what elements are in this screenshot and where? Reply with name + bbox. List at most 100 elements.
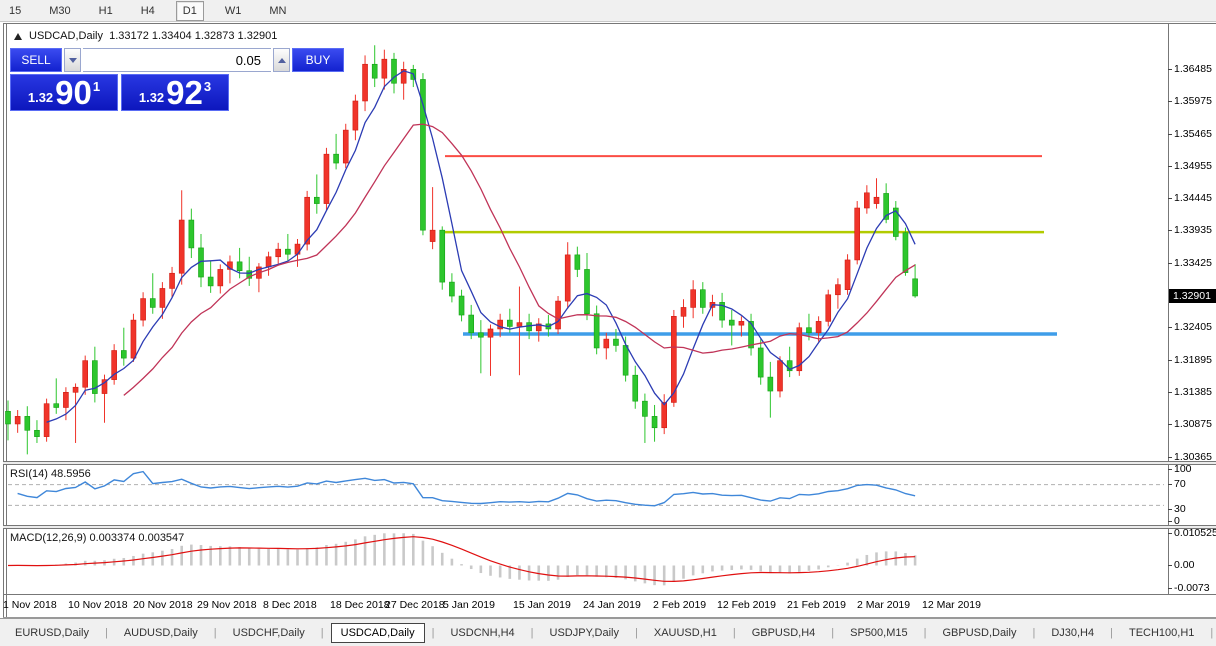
- tab-usdcad-daily[interactable]: USDCAD,Daily: [331, 623, 425, 643]
- tab-separator: |: [831, 627, 834, 639]
- volume-input[interactable]: [83, 48, 271, 72]
- sell-button[interactable]: SELL: [10, 48, 62, 72]
- sell-price-big: 90: [55, 78, 92, 108]
- buy-price-box[interactable]: 1.32 92 3: [121, 74, 229, 111]
- date-axis-label: 29 Nov 2018: [197, 599, 257, 611]
- buy-price-pip: 3: [204, 79, 211, 94]
- tab-separator: |: [531, 627, 534, 639]
- date-axis-label: 20 Nov 2018: [133, 599, 193, 611]
- macd-axis-tick: [1168, 565, 1172, 566]
- rsi-axis-label: 70: [1174, 478, 1186, 490]
- date-axis-label: 2 Feb 2019: [653, 599, 706, 611]
- tab-separator: |: [924, 627, 927, 639]
- buy-price-big: 92: [166, 78, 203, 108]
- arrow-up-icon: [278, 58, 286, 63]
- rsi-axis-tick: [1168, 521, 1172, 522]
- tab-eurusd-daily[interactable]: EURUSD,Daily: [6, 624, 98, 642]
- price-axis-tick: [1168, 101, 1172, 102]
- tab-dj30-h4[interactable]: DJ30,H4: [1042, 624, 1103, 642]
- tab-usdcnh-h4[interactable]: USDCNH,H4: [441, 624, 523, 642]
- price-axis-label: 1.34955: [1174, 160, 1212, 172]
- mt4-window: 15M30H1H4D1W1MN USDCAD,Daily 1.33172 1.3…: [0, 0, 1216, 646]
- price-axis-tick: [1168, 166, 1172, 167]
- one-click-trading-panel: SELL BUY 1.32 90 1 1.32 92 3: [10, 48, 229, 111]
- tab-gbpusd-h4[interactable]: GBPUSD,H4: [743, 624, 825, 642]
- price-axis-label: 1.31385: [1174, 386, 1212, 398]
- price-axis-tick: [1168, 263, 1172, 264]
- price-axis-tick: [1168, 134, 1172, 135]
- price-axis-tick: [1168, 198, 1172, 199]
- price-axis-label: 1.30875: [1174, 418, 1212, 430]
- macd-axis-label: 0.010525: [1174, 527, 1216, 539]
- rsi-axis-tick: [1168, 509, 1172, 510]
- date-axis-label: 1 Nov 2018: [3, 599, 57, 611]
- price-axis-label: 1.33425: [1174, 257, 1212, 269]
- chart-collapse-icon[interactable]: [14, 33, 22, 40]
- date-axis-label: 8 Dec 2018: [263, 599, 317, 611]
- tab-separator: |: [1110, 627, 1113, 639]
- tab-sp500-m15[interactable]: SP500,M15: [841, 624, 916, 642]
- date-axis-label: 24 Jan 2019: [583, 599, 641, 611]
- tab-xauusd-h1[interactable]: XAUUSD,H1: [645, 624, 726, 642]
- price-axis-label: 1.35465: [1174, 128, 1212, 140]
- rsi-label: RSI(14) 48.5956: [10, 468, 91, 480]
- rsi-axis-tick: [1168, 469, 1172, 470]
- tab-usdjpy-daily[interactable]: USDJPY,Daily: [541, 624, 629, 642]
- sell-price-box[interactable]: 1.32 90 1: [10, 74, 118, 111]
- volume-increase-button[interactable]: [273, 48, 290, 72]
- price-axis-tick: [1168, 424, 1172, 425]
- sell-price-pip: 1: [93, 79, 100, 94]
- tab-audusd-daily[interactable]: AUDUSD,Daily: [115, 624, 207, 642]
- tab-gbpusd-daily[interactable]: GBPUSD,Daily: [933, 624, 1025, 642]
- rsi-axis-label: 30: [1174, 503, 1186, 515]
- current-price-badge: 1.32901: [1169, 289, 1216, 303]
- tab-separator: |: [321, 627, 324, 639]
- price-axis-tick: [1168, 457, 1172, 458]
- date-axis-label: 10 Nov 2018: [68, 599, 128, 611]
- macd-axis-tick: [1168, 588, 1172, 589]
- date-axis-label: 21 Feb 2019: [787, 599, 846, 611]
- price-axis-tick: [1168, 360, 1172, 361]
- date-axis-label: 15 Jan 2019: [513, 599, 571, 611]
- chart-ohlc-values: 1.33172 1.33404 1.32873 1.32901: [109, 30, 277, 42]
- macd-axis-label: 0.00: [1174, 559, 1194, 571]
- price-axis-label: 1.32405: [1174, 321, 1212, 333]
- price-axis-label: 1.30365: [1174, 451, 1212, 463]
- chart-title: USDCAD,Daily 1.33172 1.33404 1.32873 1.3…: [14, 30, 277, 42]
- date-axis-label: 12 Feb 2019: [717, 599, 776, 611]
- price-axis-label: 1.36485: [1174, 63, 1212, 75]
- macd-axis-tick: [1168, 533, 1172, 534]
- tab-separator: |: [1032, 627, 1035, 639]
- rsi-axis-label: 100: [1174, 463, 1192, 475]
- tab-separator: |: [635, 627, 638, 639]
- price-axis-tick: [1168, 327, 1172, 328]
- price-axis-label: 1.33935: [1174, 224, 1212, 236]
- date-axis-label: 27 Dec 2018: [385, 599, 445, 611]
- price-axis-tick: [1168, 69, 1172, 70]
- date-axis-label: 5 Jan 2019: [443, 599, 495, 611]
- tab-usdchf-daily[interactable]: USDCHF,Daily: [224, 624, 314, 642]
- tab-separator: |: [432, 627, 435, 639]
- price-axis-tick: [1168, 392, 1172, 393]
- buy-button[interactable]: BUY: [292, 48, 344, 72]
- date-axis-label: 2 Mar 2019: [857, 599, 910, 611]
- tab-separator: |: [105, 627, 108, 639]
- price-axis-label: 1.31895: [1174, 354, 1212, 366]
- price-axis-label: 1.35975: [1174, 95, 1212, 107]
- date-axis-label: 12 Mar 2019: [922, 599, 981, 611]
- macd-label: MACD(12,26,9) 0.003374 0.003547: [10, 532, 184, 544]
- sell-price-prefix: 1.32: [28, 90, 53, 105]
- tab-separator: |: [733, 627, 736, 639]
- date-axis-label: 18 Dec 2018: [330, 599, 390, 611]
- arrow-down-icon: [69, 58, 77, 63]
- volume-decrease-button[interactable]: [64, 48, 81, 72]
- tab-separator: |: [214, 627, 217, 639]
- tab-tech100-h1[interactable]: TECH100,H1: [1120, 624, 1203, 642]
- price-axis-label: 1.34445: [1174, 192, 1212, 204]
- rsi-axis-tick: [1168, 484, 1172, 485]
- price-axis-tick: [1168, 230, 1172, 231]
- buy-price-prefix: 1.32: [139, 90, 164, 105]
- macd-axis-label: -0.0073: [1174, 582, 1210, 594]
- symbol-tabs-bar: EURUSD,Daily | AUDUSD,Daily | USDCHF,Daily | U…: [0, 618, 1216, 646]
- rsi-axis-label: 0: [1174, 515, 1180, 527]
